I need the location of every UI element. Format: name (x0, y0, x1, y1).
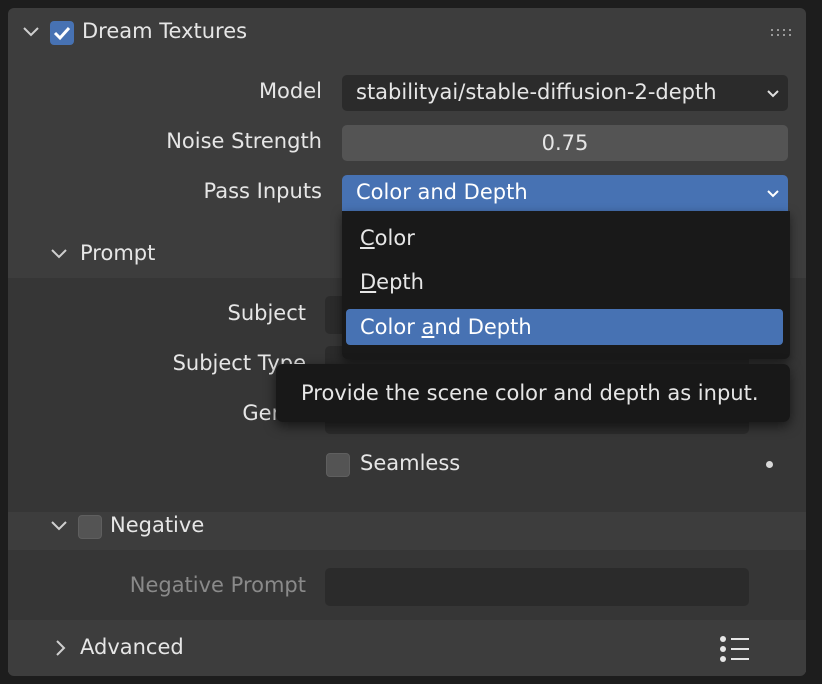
panel-title: Dream Textures (82, 19, 248, 43)
panel-enable-checkbox[interactable] (50, 21, 74, 45)
pass-inputs-label: Pass Inputs (203, 179, 322, 203)
model-label: Model (258, 79, 322, 103)
tooltip: Provide the scene color and depth as inp… (276, 364, 790, 422)
noise-strength-slider[interactable]: 0.75 (342, 125, 788, 161)
noise-strength-value: 0.75 (541, 131, 589, 155)
checkmark-icon (53, 26, 71, 41)
negative-enable-checkbox[interactable] (78, 515, 102, 539)
menu-item-depth[interactable]: Depth (346, 265, 782, 299)
drag-handle-icon[interactable] (770, 28, 794, 38)
chevron-down-icon (767, 190, 779, 198)
pass-inputs-menu: Color Depth Color and Depth (342, 211, 790, 359)
list-presets-icon[interactable] (718, 636, 750, 662)
pass-inputs-dropdown[interactable]: Color and Depth (342, 175, 788, 211)
menu-item-text: Color (360, 315, 422, 339)
negative-prompt-input[interactable] (325, 568, 749, 606)
menu-item-text: epth (376, 270, 424, 294)
subject-type-label: Subject Type (172, 351, 306, 375)
noise-strength-label: Noise Strength (166, 129, 322, 153)
menu-item-hotkey: a (421, 315, 435, 339)
chevron-down-icon[interactable] (22, 23, 40, 41)
chevron-down-icon (767, 90, 779, 98)
advanced-subpanel-title: Advanced (80, 635, 184, 659)
menu-item-text: olor (374, 226, 415, 250)
tooltip-text: Provide the scene color and depth as inp… (301, 381, 759, 405)
seamless-label: Seamless (360, 451, 461, 475)
menu-item-text: nd Depth (434, 315, 532, 339)
chevron-down-icon[interactable] (50, 245, 68, 263)
negative-subpanel-title: Negative (110, 513, 205, 537)
pass-inputs-value: Color and Depth (356, 180, 528, 204)
seamless-checkbox[interactable] (326, 453, 350, 477)
decorator-dot-icon[interactable] (766, 461, 773, 468)
prompt-subpanel-title: Prompt (80, 241, 156, 265)
menu-item-color-and-depth[interactable]: Color and Depth (346, 309, 783, 345)
model-dropdown[interactable]: stabilityai/stable-diffusion-2-depth (342, 75, 788, 111)
model-value: stabilityai/stable-diffusion-2-depth (356, 80, 717, 104)
genre-label: Genre (242, 401, 306, 425)
chevron-right-icon[interactable] (52, 639, 70, 657)
subject-label: Subject (227, 301, 306, 325)
negative-prompt-label: Negative Prompt (129, 573, 306, 597)
menu-item-hotkey: C (360, 226, 375, 250)
menu-item-color[interactable]: Color (346, 221, 782, 255)
chevron-down-icon[interactable] (50, 517, 68, 535)
menu-item-hotkey: D (360, 270, 377, 294)
